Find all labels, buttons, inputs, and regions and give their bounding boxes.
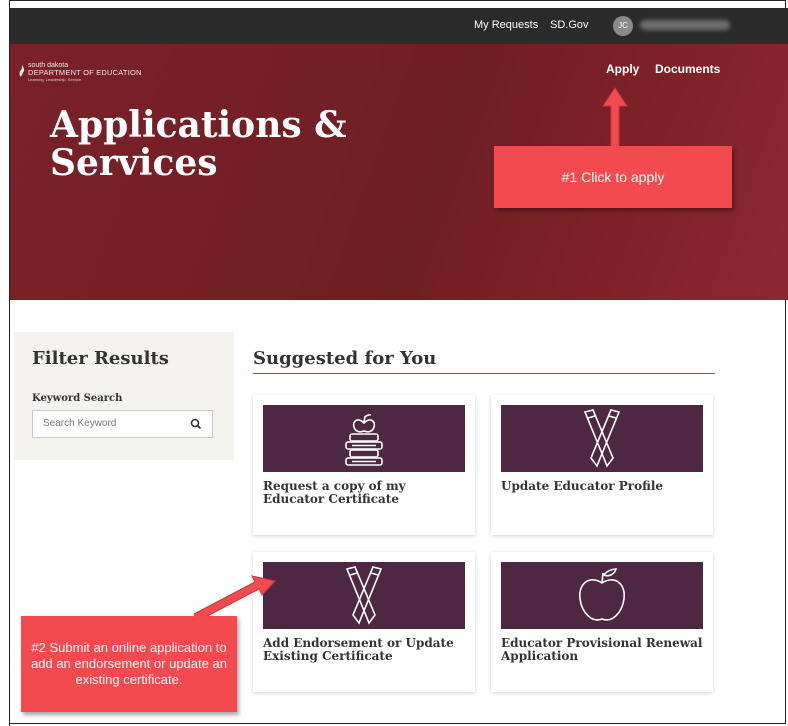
pencils-icon: [345, 566, 383, 625]
card-update-educator-profile[interactable]: Update Educator Profile: [491, 395, 713, 535]
card-title[interactable]: Educator Provisional Renewal Application: [501, 637, 706, 663]
card-request-certificate-copy[interactable]: Request a copy of my Educator Certificat…: [253, 395, 475, 535]
card-image: [501, 405, 703, 472]
my-requests-link[interactable]: My Requests: [474, 19, 538, 31]
avatar[interactable]: JC: [613, 16, 633, 36]
suggested-title: Suggested for You: [253, 348, 437, 369]
books-apple-icon: [345, 414, 383, 466]
filter-panel: Filter Results Keyword Search: [14, 332, 234, 460]
card-title[interactable]: Add Endorsement or Update Existing Certi…: [263, 637, 468, 663]
pencils-icon: [583, 409, 621, 468]
page-title-line1: Applications &: [50, 104, 347, 146]
filter-title: Filter Results: [32, 348, 169, 369]
logo-flame-icon: [19, 65, 25, 77]
apple-icon: [579, 568, 625, 621]
search-input[interactable]: [41, 417, 185, 430]
sd-doe-logo[interactable]: south dakota DEPARTMENT OF EDUCATION Lea…: [19, 62, 142, 83]
annotation-callout-apply: #1 Click to apply: [494, 146, 732, 208]
card-provisional-renewal[interactable]: Educator Provisional Renewal Application: [491, 552, 713, 692]
keyword-search-label: Keyword Search: [32, 393, 123, 404]
card-title[interactable]: Request a copy of my Educator Certificat…: [263, 480, 468, 506]
card-image: [501, 562, 703, 629]
suggested-divider: [253, 373, 715, 374]
top-utility-bar: My Requests SD.Gov JC: [10, 8, 788, 44]
page-title: Applications & Services: [50, 106, 347, 182]
annotation-callout-endorsement: #2 Submit an online application to add a…: [21, 616, 237, 712]
keyword-search-box[interactable]: [32, 410, 213, 438]
logo-tagline: Learning. Leadership. Service.: [28, 77, 83, 82]
card-title[interactable]: Update Educator Profile: [501, 480, 706, 493]
search-icon[interactable]: [190, 418, 202, 430]
card-image: [263, 562, 465, 629]
nav-documents[interactable]: Documents: [655, 62, 720, 76]
sd-gov-link[interactable]: SD.Gov: [550, 19, 589, 31]
logo-line2: DEPARTMENT OF EDUCATION: [28, 68, 142, 77]
card-add-endorsement[interactable]: Add Endorsement or Update Existing Certi…: [253, 552, 475, 692]
user-name-redacted[interactable]: [640, 20, 730, 30]
nav-apply[interactable]: Apply: [606, 62, 639, 76]
annotation-arrow-up-icon: [602, 87, 628, 149]
left-border: [0, 0, 10, 726]
page-title-line2: Services: [50, 142, 218, 184]
card-image: [263, 405, 465, 472]
